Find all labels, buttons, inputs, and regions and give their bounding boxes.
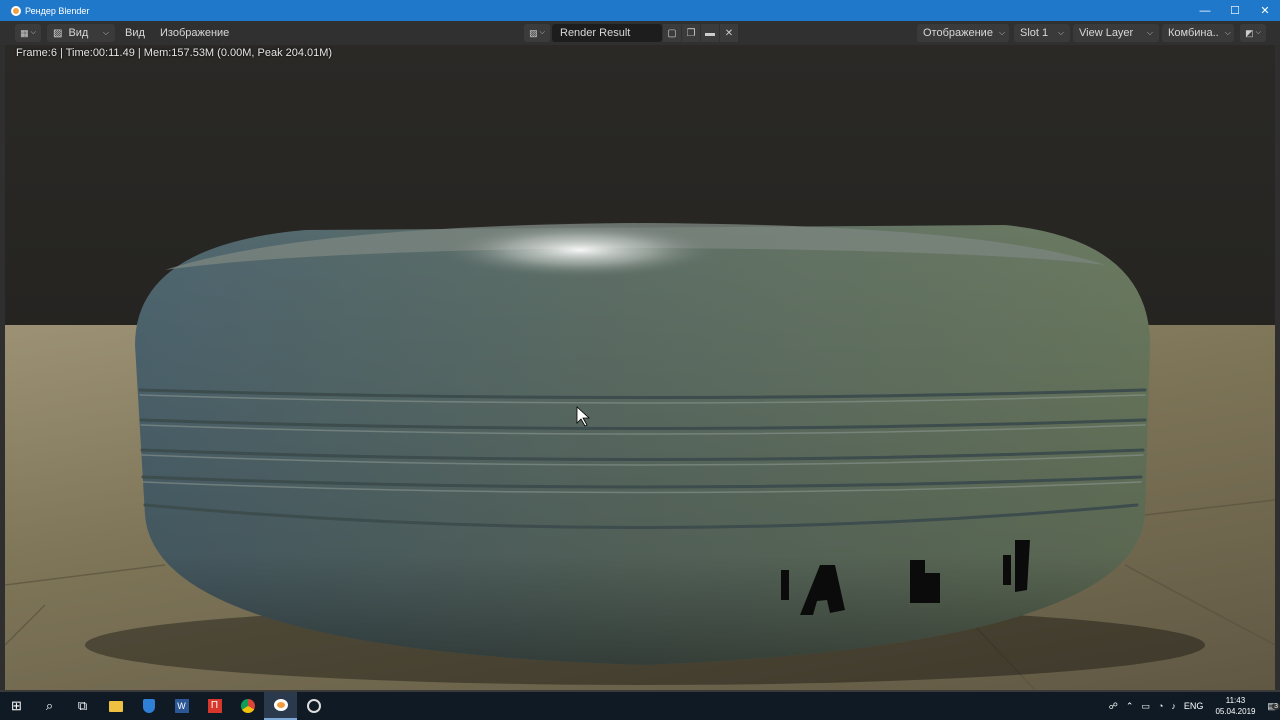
chevron-up-icon[interactable]: ⌃ xyxy=(1122,701,1138,712)
notifications-icon[interactable]: ▤3 xyxy=(1263,701,1280,712)
unlink-close-icon[interactable]: ✕ xyxy=(720,24,738,42)
taskbar-clock[interactable]: 11:43 05.04.2019 xyxy=(1207,695,1263,717)
blender-app-icon[interactable] xyxy=(264,692,297,720)
volume-icon[interactable]: ♪ xyxy=(1167,701,1180,711)
notification-count-badge: 3 xyxy=(1272,702,1280,710)
chevron-down-icon: ⌵ xyxy=(1224,28,1231,37)
image-icon: ▨ xyxy=(529,27,538,38)
window-title: Рендер Blender xyxy=(25,5,90,16)
blender-logo-icon xyxy=(11,5,21,16)
chevron-down-icon: ⌵ xyxy=(1057,28,1064,37)
chevron-down-icon: ⌵ xyxy=(998,28,1006,37)
start-windows-icon[interactable]: ⊞ xyxy=(0,692,33,720)
window-titlebar: Рендер Blender — ☐ ✕ xyxy=(0,0,1280,21)
render-pass-dropdown[interactable]: Комбина.. ⌵ xyxy=(1162,24,1234,42)
view-layer-dropdown[interactable]: View Layer ⌵ xyxy=(1073,24,1159,42)
image-browse-button[interactable]: ▨ ⌵ xyxy=(524,24,550,42)
tire-shading xyxy=(135,225,1150,665)
menu-view[interactable]: Вид xyxy=(121,24,149,42)
histogram-icon: ◩ xyxy=(1245,27,1254,38)
chevron-down-icon: ⌵ xyxy=(1146,28,1153,37)
image-editor-icon: ▦ xyxy=(20,27,29,38)
camera-shutter-app-icon[interactable] xyxy=(297,692,330,720)
slot-dropdown[interactable]: Slot 1 ⌵ xyxy=(1014,24,1070,42)
image-icon: ▨ xyxy=(53,27,63,39)
specular-highlight xyxy=(440,222,720,278)
duplicate-image-icon[interactable]: ❐ xyxy=(682,24,700,42)
people-icon[interactable]: ☍ xyxy=(1105,701,1122,712)
close-window-button[interactable]: ✕ xyxy=(1250,0,1280,21)
file-explorer-icon[interactable] xyxy=(99,692,132,720)
security-shield-icon[interactable] xyxy=(132,692,165,720)
window-controls: — ☐ ✕ xyxy=(1190,0,1280,21)
wifi-icon[interactable]: ◔ xyxy=(1154,701,1167,711)
new-image-icon[interactable]: ▢ xyxy=(663,24,681,42)
clock-date: 05.04.2019 xyxy=(1215,707,1256,716)
image-editor-header: ▦ ⌵ ▨ Вид ⌵ Вид Изображение ▨ ⌵ Render Resu… xyxy=(0,21,1280,45)
right-region-edge[interactable] xyxy=(1275,45,1280,690)
word-app-icon[interactable]: W xyxy=(165,692,198,720)
chevron-down-icon: ⌵ xyxy=(102,28,109,37)
editor-type-button[interactable]: ▦ ⌵ xyxy=(15,24,41,42)
maximize-button[interactable]: ☐ xyxy=(1220,0,1250,21)
clock-time: 11:43 xyxy=(1225,696,1246,705)
system-tray: ☍ ⌃ ▭ ◔ ♪ ENG 11:43 05.04.2019 ▤3 xyxy=(1105,692,1280,720)
display-dropdown[interactable]: Отображение ⌵ xyxy=(917,24,1009,42)
scopes-toggle-button[interactable]: ◩ ⌵ xyxy=(1240,24,1266,42)
image-name-field[interactable]: Render Result xyxy=(552,24,662,42)
minimize-button[interactable]: — xyxy=(1190,0,1220,21)
render-result-viewport[interactable]: Frame:6 | Time:00:11.49 | Mem:157.53M (0… xyxy=(5,45,1275,690)
search-icon[interactable]: ⌕ xyxy=(33,692,66,720)
network-icon[interactable]: ▭ xyxy=(1137,701,1154,712)
language-indicator[interactable]: ENG xyxy=(1180,701,1208,711)
view-mode-dropdown[interactable]: ▨ Вид ⌵ xyxy=(47,24,115,42)
chrome-app-icon[interactable] xyxy=(231,692,264,720)
render-image xyxy=(5,222,1275,690)
task-view-icon[interactable]: ⧉ xyxy=(66,692,99,720)
pdf-app-icon[interactable]: П xyxy=(198,692,231,720)
menu-image[interactable]: Изображение xyxy=(156,24,233,42)
windows-taskbar: ⊞ ⌕ ⧉ W П ☍ ⌃ ▭ ◔ ♪ ENG 11:43 05.04.2019… xyxy=(0,692,1280,720)
open-folder-icon[interactable]: ▬ xyxy=(701,24,719,42)
render-stats: Frame:6 | Time:00:11.49 | Mem:157.53M (0… xyxy=(16,47,333,59)
